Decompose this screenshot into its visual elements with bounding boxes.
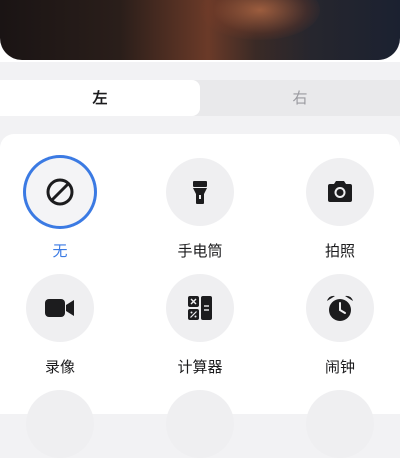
option-calculator-label: 计算器: [177, 358, 223, 376]
option-camera[interactable]: 拍照: [280, 158, 400, 268]
option-camera-circle[interactable]: [306, 158, 374, 226]
flashlight-icon: [193, 181, 207, 204]
option-video[interactable]: 录像: [0, 274, 120, 384]
option-flashlight-label: 手电筒: [177, 242, 223, 260]
tab-left[interactable]: 左: [0, 80, 200, 116]
partial-option-circle[interactable]: [306, 390, 374, 458]
option-flashlight[interactable]: 手电筒: [140, 158, 260, 268]
tab-right[interactable]: 右: [200, 80, 400, 116]
option-camera-label: 拍照: [324, 242, 355, 260]
option-video-circle[interactable]: [26, 274, 94, 342]
preview-area: [0, 0, 400, 62]
video-camera-icon: [45, 299, 74, 317]
option-alarm[interactable]: 闹钟: [280, 274, 400, 384]
option-alarm-label: 闹钟: [324, 358, 355, 376]
option-none-label: 无: [52, 242, 68, 260]
preview-image: [0, 0, 400, 60]
option-none[interactable]: 无: [0, 158, 120, 268]
option-alarm-circle[interactable]: [306, 274, 374, 342]
alarm-clock-icon: [327, 295, 353, 321]
calculator-icon: [188, 296, 212, 320]
options-panel: 无 手电筒 拍照 录像 计算器 闹钟: [0, 134, 400, 414]
option-flashlight-circle[interactable]: [166, 158, 234, 226]
option-calculator-circle[interactable]: [166, 274, 234, 342]
partial-option-circle[interactable]: [26, 390, 94, 458]
option-none-circle[interactable]: [26, 158, 94, 226]
option-calculator[interactable]: 计算器: [140, 274, 260, 384]
camera-icon: [328, 181, 352, 202]
none-icon: [46, 178, 74, 206]
option-video-label: 录像: [44, 358, 75, 376]
partial-option-circle[interactable]: [166, 390, 234, 458]
side-segmented-control: 左 右: [0, 80, 400, 116]
